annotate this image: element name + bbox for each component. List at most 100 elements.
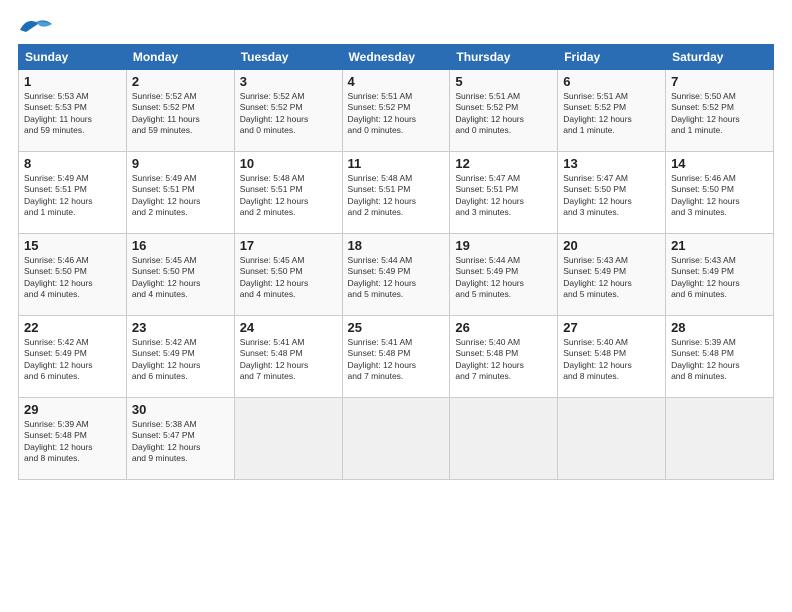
day-info: Sunrise: 5:47 AM Sunset: 5:50 PM Dayligh… [563, 173, 660, 219]
table-row: 13 Sunrise: 5:47 AM Sunset: 5:50 PM Dayli… [558, 152, 666, 234]
day-number: 18 [348, 238, 445, 253]
day-info: Sunrise: 5:46 AM Sunset: 5:50 PM Dayligh… [24, 255, 121, 301]
day-info: Sunrise: 5:39 AM Sunset: 5:48 PM Dayligh… [671, 337, 768, 383]
table-row: 21 Sunrise: 5:43 AM Sunset: 5:49 PM Dayli… [666, 234, 774, 316]
day-number: 28 [671, 320, 768, 335]
day-number: 5 [455, 74, 552, 89]
table-row [666, 398, 774, 480]
table-row: 7 Sunrise: 5:50 AM Sunset: 5:52 PM Daylig… [666, 70, 774, 152]
day-number: 27 [563, 320, 660, 335]
day-info: Sunrise: 5:52 AM Sunset: 5:52 PM Dayligh… [240, 91, 337, 137]
day-info: Sunrise: 5:43 AM Sunset: 5:49 PM Dayligh… [671, 255, 768, 301]
table-row: 19 Sunrise: 5:44 AM Sunset: 5:49 PM Dayli… [450, 234, 558, 316]
table-row: 5 Sunrise: 5:51 AM Sunset: 5:52 PM Daylig… [450, 70, 558, 152]
day-number: 13 [563, 156, 660, 171]
table-row: 20Sunrise: 5:43 AM Sunset: 5:49 PM Dayli… [558, 234, 666, 316]
header-row: Sunday Monday Tuesday Wednesday Thursday… [19, 45, 774, 70]
day-info: Sunrise: 5:40 AM Sunset: 5:48 PM Dayligh… [455, 337, 552, 383]
day-info: Sunrise: 5:53 AM Sunset: 5:53 PM Dayligh… [24, 91, 121, 137]
day-info: Sunrise: 5:45 AM Sunset: 5:50 PM Dayligh… [132, 255, 229, 301]
table-row: 26 Sunrise: 5:40 AM Sunset: 5:48 PM Dayli… [450, 316, 558, 398]
table-row [342, 398, 450, 480]
day-number: 15 [24, 238, 121, 253]
day-info: Sunrise: 5:43 AM Sunset: 5:49 PM Dayligh… [563, 255, 660, 301]
logo [18, 18, 54, 34]
day-number: 19 [455, 238, 552, 253]
table-row: 25 Sunrise: 5:41 AM Sunset: 5:48 PM Dayli… [342, 316, 450, 398]
calendar-week-2: 8 Sunrise: 5:49 AM Sunset: 5:51 PM Daylig… [19, 152, 774, 234]
day-number: 25 [348, 320, 445, 335]
table-row: 28 Sunrise: 5:39 AM Sunset: 5:48 PM Dayli… [666, 316, 774, 398]
day-info: Sunrise: 5:52 AM Sunset: 5:52 PM Dayligh… [132, 91, 229, 137]
day-number: 21 [671, 238, 768, 253]
day-number: 1 [24, 74, 121, 89]
calendar-week-3: 15 Sunrise: 5:46 AM Sunset: 5:50 PM Dayli… [19, 234, 774, 316]
day-info: Sunrise: 5:49 AM Sunset: 5:51 PM Dayligh… [24, 173, 121, 219]
day-info: Sunrise: 5:51 AM Sunset: 5:52 PM Dayligh… [348, 91, 445, 137]
day-number: 22 [24, 320, 121, 335]
col-saturday: Saturday [666, 45, 774, 70]
day-info: Sunrise: 5:42 AM Sunset: 5:49 PM Dayligh… [24, 337, 121, 383]
table-row: 14Sunrise: 5:46 AM Sunset: 5:50 PM Dayli… [666, 152, 774, 234]
day-number: 6 [563, 74, 660, 89]
col-sunday: Sunday [19, 45, 127, 70]
logo-icon [18, 16, 54, 34]
calendar-week-1: 1 Sunrise: 5:53 AM Sunset: 5:53 PM Daylig… [19, 70, 774, 152]
day-number: 11 [348, 156, 445, 171]
day-number: 12 [455, 156, 552, 171]
table-row: 18 Sunrise: 5:44 AM Sunset: 5:49 PM Dayli… [342, 234, 450, 316]
table-row [558, 398, 666, 480]
day-info: Sunrise: 5:47 AM Sunset: 5:51 PM Dayligh… [455, 173, 552, 219]
day-number: 2 [132, 74, 229, 89]
day-info: Sunrise: 5:46 AM Sunset: 5:50 PM Dayligh… [671, 173, 768, 219]
day-number: 24 [240, 320, 337, 335]
calendar-body: 1 Sunrise: 5:53 AM Sunset: 5:53 PM Daylig… [19, 70, 774, 480]
table-row: 30 Sunrise: 5:38 AM Sunset: 5:47 PM Dayli… [126, 398, 234, 480]
table-row: 15 Sunrise: 5:46 AM Sunset: 5:50 PM Dayli… [19, 234, 127, 316]
table-row [234, 398, 342, 480]
day-info: Sunrise: 5:38 AM Sunset: 5:47 PM Dayligh… [132, 419, 229, 465]
table-row: 17Sunrise: 5:45 AM Sunset: 5:50 PM Dayli… [234, 234, 342, 316]
day-number: 4 [348, 74, 445, 89]
calendar-header: Sunday Monday Tuesday Wednesday Thursday… [19, 45, 774, 70]
day-number: 26 [455, 320, 552, 335]
col-thursday: Thursday [450, 45, 558, 70]
table-row: 23Sunrise: 5:42 AM Sunset: 5:49 PM Dayli… [126, 316, 234, 398]
day-info: Sunrise: 5:44 AM Sunset: 5:49 PM Dayligh… [348, 255, 445, 301]
day-info: Sunrise: 5:50 AM Sunset: 5:52 PM Dayligh… [671, 91, 768, 137]
day-info: Sunrise: 5:42 AM Sunset: 5:49 PM Dayligh… [132, 337, 229, 383]
day-info: Sunrise: 5:41 AM Sunset: 5:48 PM Dayligh… [348, 337, 445, 383]
day-info: Sunrise: 5:39 AM Sunset: 5:48 PM Dayligh… [24, 419, 121, 465]
day-info: Sunrise: 5:48 AM Sunset: 5:51 PM Dayligh… [348, 173, 445, 219]
col-friday: Friday [558, 45, 666, 70]
day-info: Sunrise: 5:44 AM Sunset: 5:49 PM Dayligh… [455, 255, 552, 301]
calendar-week-5: 29 Sunrise: 5:39 AM Sunset: 5:48 PM Dayli… [19, 398, 774, 480]
table-row: 29 Sunrise: 5:39 AM Sunset: 5:48 PM Dayli… [19, 398, 127, 480]
header [18, 18, 774, 34]
day-number: 7 [671, 74, 768, 89]
day-number: 17 [240, 238, 337, 253]
table-row: 11 Sunrise: 5:48 AM Sunset: 5:51 PM Dayli… [342, 152, 450, 234]
day-info: Sunrise: 5:48 AM Sunset: 5:51 PM Dayligh… [240, 173, 337, 219]
table-row: 10Sunrise: 5:48 AM Sunset: 5:51 PM Dayli… [234, 152, 342, 234]
day-info: Sunrise: 5:51 AM Sunset: 5:52 PM Dayligh… [563, 91, 660, 137]
day-info: Sunrise: 5:51 AM Sunset: 5:52 PM Dayligh… [455, 91, 552, 137]
day-number: 8 [24, 156, 121, 171]
table-row: 4 Sunrise: 5:51 AM Sunset: 5:52 PM Daylig… [342, 70, 450, 152]
day-number: 30 [132, 402, 229, 417]
table-row: 3 Sunrise: 5:52 AM Sunset: 5:52 PM Daylig… [234, 70, 342, 152]
col-wednesday: Wednesday [342, 45, 450, 70]
table-row: 24Sunrise: 5:41 AM Sunset: 5:48 PM Dayli… [234, 316, 342, 398]
day-number: 3 [240, 74, 337, 89]
col-monday: Monday [126, 45, 234, 70]
table-row: 16Sunrise: 5:45 AM Sunset: 5:50 PM Dayli… [126, 234, 234, 316]
table-row: 22 Sunrise: 5:42 AM Sunset: 5:49 PM Dayli… [19, 316, 127, 398]
table-row [450, 398, 558, 480]
table-row: 6 Sunrise: 5:51 AM Sunset: 5:52 PM Daylig… [558, 70, 666, 152]
table-row: 1 Sunrise: 5:53 AM Sunset: 5:53 PM Daylig… [19, 70, 127, 152]
table-row: 8 Sunrise: 5:49 AM Sunset: 5:51 PM Daylig… [19, 152, 127, 234]
day-info: Sunrise: 5:49 AM Sunset: 5:51 PM Dayligh… [132, 173, 229, 219]
table-row: 9Sunrise: 5:49 AM Sunset: 5:51 PM Daylig… [126, 152, 234, 234]
day-number: 29 [24, 402, 121, 417]
table-row: 2 Sunrise: 5:52 AM Sunset: 5:52 PM Daylig… [126, 70, 234, 152]
